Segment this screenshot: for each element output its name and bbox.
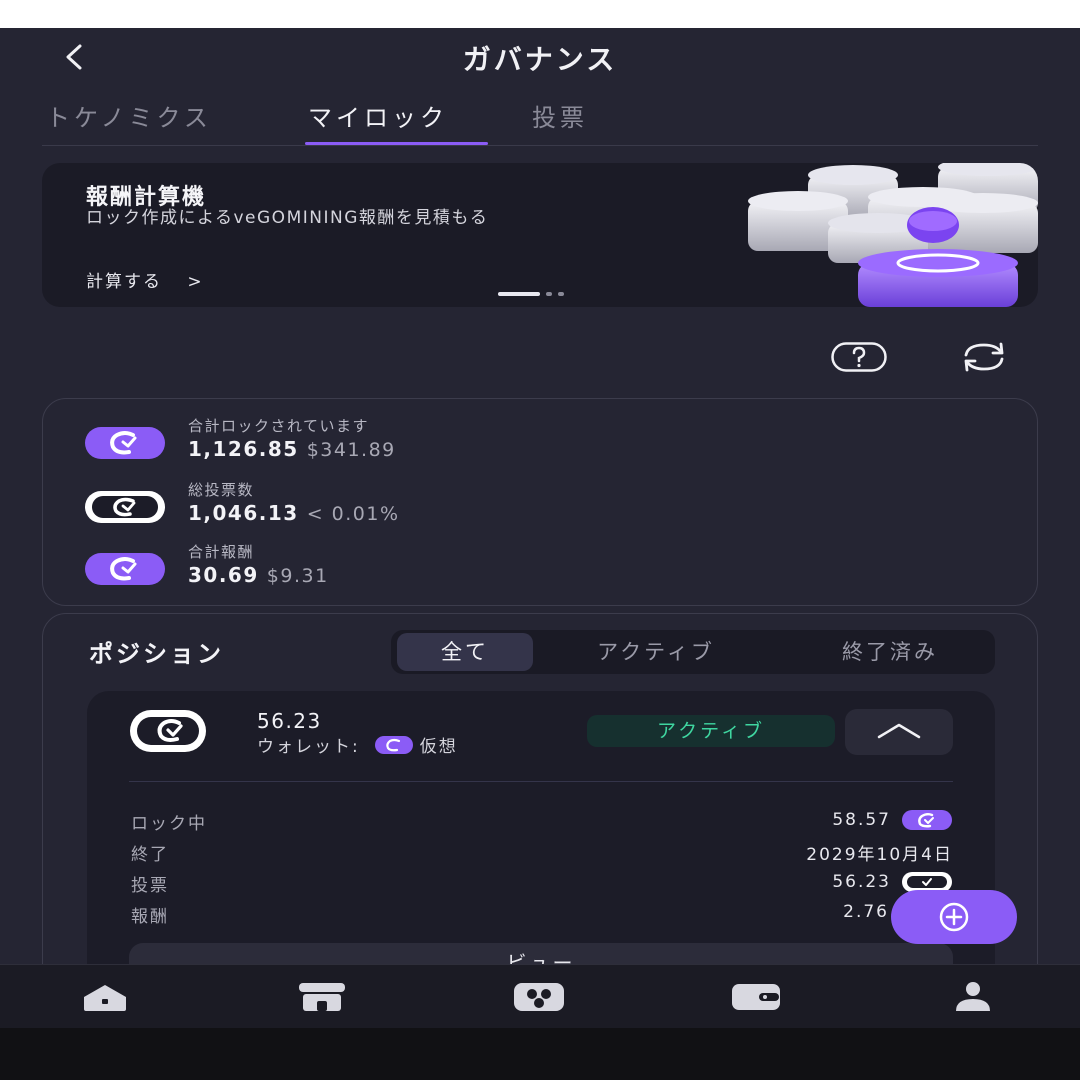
status-badge: アクティブ — [587, 715, 835, 747]
carousel-dot[interactable] — [498, 292, 540, 296]
filter-all[interactable]: 全て — [397, 633, 533, 671]
gomining-coin-icon — [902, 810, 952, 830]
tab-my-lock[interactable]: マイロック — [308, 98, 448, 133]
carousel-dot[interactable] — [558, 292, 564, 296]
coin-stack-illustration — [748, 163, 1038, 307]
app-screen: ガバナンス トケノミクス マイロック 投票 報酬計算機 ロック作成によるveGO… — [0, 28, 1080, 1028]
detail-value: 2.76 — [843, 902, 889, 922]
chevron-right-icon: > — [187, 272, 204, 292]
system-bar-area — [0, 1028, 1080, 1080]
bottom-navigation — [0, 964, 1080, 1028]
create-lock-button[interactable] — [891, 890, 1017, 944]
lock-summary-card: 合計ロックされています 1,126.85 $341.89 総投票数 1,046.1… — [42, 398, 1038, 606]
detail-value-text: 58.57 — [832, 810, 891, 830]
carousel-indicator — [498, 292, 564, 296]
active-tab-indicator — [305, 142, 488, 145]
total-votes-label: 総投票数 — [188, 481, 255, 499]
reward-calculator-banner[interactable]: 報酬計算機 ロック作成によるveGOMINING報酬を見積もる 計算する > — [42, 163, 1038, 307]
total-locked-value: 1,126.85 $341.89 — [188, 437, 396, 461]
detail-value-text: 2029年10月4日 — [806, 845, 953, 865]
total-locked-amount: 1,126.85 — [188, 437, 299, 461]
tab-bar: トケノミクス マイロック 投票 — [42, 98, 1038, 146]
detail-key: 報酬 — [131, 907, 169, 927]
calculate-link-label: 計算する — [86, 272, 162, 292]
total-rewards-row: 合計報酬 30.69 $9.31 — [83, 541, 683, 597]
detail-row-votes: 投票 56.23 — [131, 871, 953, 897]
tab-tokenomics[interactable]: トケノミクス — [46, 98, 212, 133]
filter-ended[interactable]: 終了済み — [795, 630, 985, 674]
detail-key: ロック中 — [131, 814, 207, 834]
calculate-link[interactable]: 計算する > — [86, 267, 204, 292]
position-filter: 全て アクティブ 終了済み — [391, 630, 995, 674]
collapse-button[interactable] — [845, 709, 953, 755]
total-votes-value: 1,046.13 < 0.01% — [188, 501, 400, 525]
gomining-coin-icon — [374, 735, 413, 754]
wallet-icon[interactable] — [729, 979, 783, 1013]
detail-key: 投票 — [131, 876, 169, 896]
carousel-dot[interactable] — [546, 292, 552, 296]
wallet-name: 仮想 — [419, 737, 458, 757]
page-title: ガバナンス — [462, 43, 618, 76]
vote-coin-icon — [85, 491, 165, 523]
detail-row-end: 終了 2029年10月4日 — [131, 840, 953, 866]
detail-row-locked: ロック中 58.57 — [131, 809, 953, 835]
detail-key: 終了 — [131, 845, 169, 865]
position-wallet: ウォレット: 仮想 — [257, 732, 458, 757]
detail-value-text: 56.23 — [832, 872, 891, 892]
filter-active[interactable]: アクティブ — [551, 630, 761, 674]
positions-title: ポジション — [89, 640, 224, 668]
total-rewards-usd: $9.31 — [266, 565, 329, 587]
total-locked-row: 合計ロックされています 1,126.85 $341.89 — [83, 415, 683, 471]
mining-icon[interactable] — [512, 979, 566, 1013]
plus-circle-icon — [939, 902, 969, 932]
chevron-up-icon — [877, 723, 921, 739]
tab-voting[interactable]: 投票 — [532, 98, 588, 133]
total-locked-label: 合計ロックされています — [188, 417, 370, 435]
total-votes-amount: 1,046.13 — [188, 501, 299, 525]
refresh-icon[interactable] — [958, 340, 1010, 374]
profile-icon[interactable] — [946, 979, 1000, 1013]
total-rewards-label: 合計報酬 — [188, 543, 255, 561]
help-icon[interactable] — [831, 342, 887, 372]
total-rewards-value: 30.69 $9.31 — [188, 563, 329, 587]
total-locked-usd: $341.89 — [306, 439, 396, 461]
status-bar-area — [0, 0, 1080, 28]
home-icon[interactable] — [78, 979, 132, 1013]
detail-value-text: 2.76 — [843, 902, 889, 922]
banner-description: ロック作成によるveGOMINING報酬を見積もる — [86, 208, 489, 228]
total-rewards-amount: 30.69 — [188, 563, 259, 587]
vote-coin-icon — [130, 710, 206, 752]
wallet-label: ウォレット: — [257, 737, 360, 757]
total-votes-row: 総投票数 1,046.13 < 0.01% — [83, 479, 683, 535]
position-amount: 56.23 — [257, 709, 322, 733]
detail-value: 58.57 — [832, 809, 953, 831]
divider — [129, 781, 953, 782]
store-icon[interactable] — [295, 979, 349, 1013]
detail-value: 2029年10月4日 — [806, 840, 953, 865]
total-votes-share: < 0.01% — [306, 503, 400, 525]
detail-row-rewards: 報酬 2.76 — [131, 902, 953, 928]
gomining-coin-icon — [85, 553, 165, 585]
gomining-coin-icon — [85, 427, 165, 459]
